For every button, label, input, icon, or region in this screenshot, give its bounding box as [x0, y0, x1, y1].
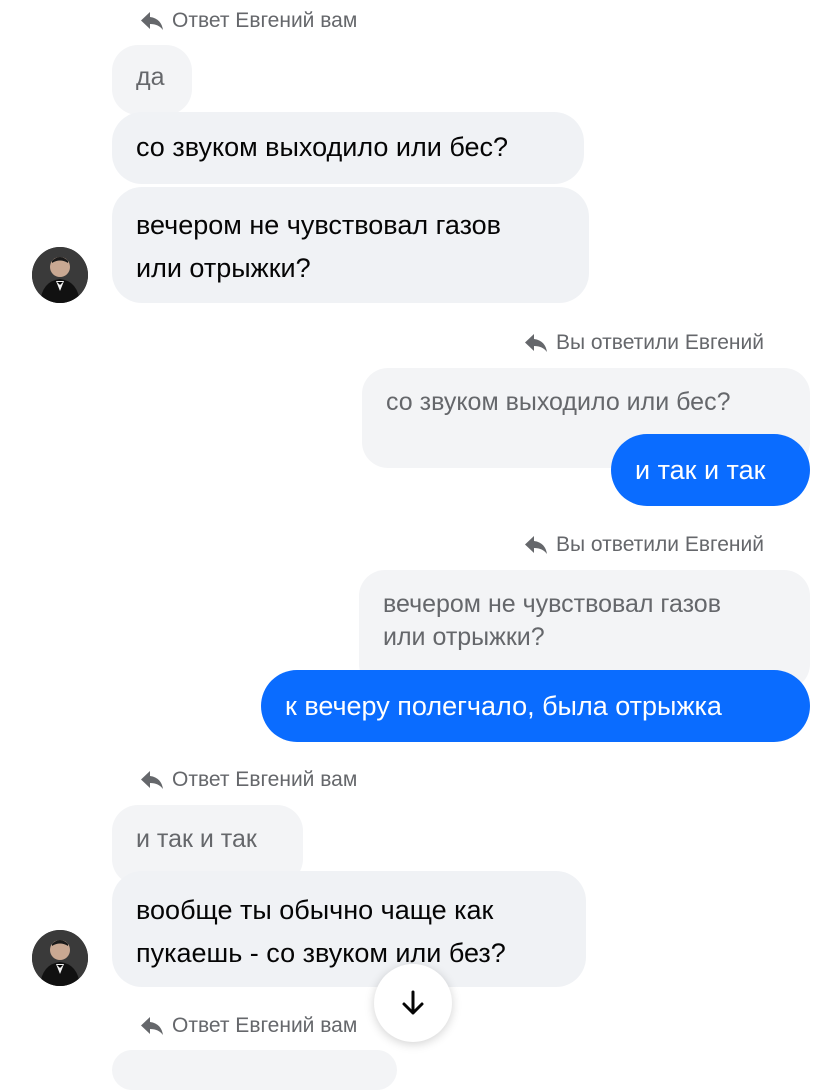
avatar-image — [32, 247, 88, 303]
outgoing-message[interactable]: к вечеру полегчало, была отрыжка — [261, 670, 810, 742]
reply-header-text: Вы ответили Евгений — [556, 533, 764, 556]
reply-header-text: Ответ Евгений вам — [172, 1014, 358, 1037]
reply-header-text: Ответ Евгений вам — [172, 768, 358, 791]
message-text: и так и так — [635, 455, 766, 485]
quoted-message-line: или отрыжки? — [383, 623, 545, 651]
avatar[interactable] — [32, 930, 88, 986]
scroll-down-button[interactable] — [374, 964, 452, 1042]
quoted-message-text: со звуком выходило или бес? — [386, 388, 731, 416]
outgoing-message[interactable]: и так и так — [611, 434, 810, 506]
message-text-line: вечером не чувствовал газов — [136, 210, 502, 240]
reply-arrow-icon — [140, 1016, 164, 1036]
avatar-image — [32, 930, 88, 986]
incoming-message[interactable]: вечером не чувствовал газов или отрыжки? — [112, 187, 589, 303]
reply-arrow-icon — [140, 11, 164, 31]
message-text: со звуком выходило или бес? — [136, 132, 509, 162]
reply-header: Вы ответили Евгений — [524, 533, 764, 557]
quoted-message-line: вечером не чувствовал газов — [383, 590, 721, 618]
reply-arrow-icon — [140, 770, 164, 790]
avatar[interactable] — [32, 247, 88, 303]
message-text-line: пукаешь - со звуком или без? — [136, 938, 506, 968]
reply-arrow-icon — [524, 535, 548, 555]
arrow-down-icon — [402, 990, 424, 1015]
quoted-message[interactable] — [112, 1050, 397, 1090]
quoted-message[interactable]: да — [112, 45, 192, 115]
incoming-message[interactable]: вообще ты обычно чаще как пукаешь - со з… — [112, 871, 586, 987]
incoming-message[interactable]: со звуком выходило или бес? — [112, 112, 584, 184]
reply-header: Ответ Евгений вам — [140, 9, 357, 33]
quoted-message-text: да — [136, 63, 165, 91]
reply-header-text: Вы ответили Евгений — [556, 331, 764, 354]
message-text-line: или отрыжки? — [136, 253, 311, 283]
message-text: к вечеру полегчало, была отрыжка — [285, 691, 722, 721]
reply-header: Ответ Евгений вам — [140, 1014, 357, 1038]
reply-header: Ответ Евгений вам — [140, 768, 357, 792]
message-text-line: вообще ты обычно чаще как — [136, 895, 494, 925]
reply-header: Вы ответили Евгений — [524, 331, 764, 355]
reply-header-text: Ответ Евгений вам — [172, 9, 358, 32]
reply-arrow-icon — [524, 333, 548, 353]
quoted-message-text: и так и так — [136, 825, 257, 853]
